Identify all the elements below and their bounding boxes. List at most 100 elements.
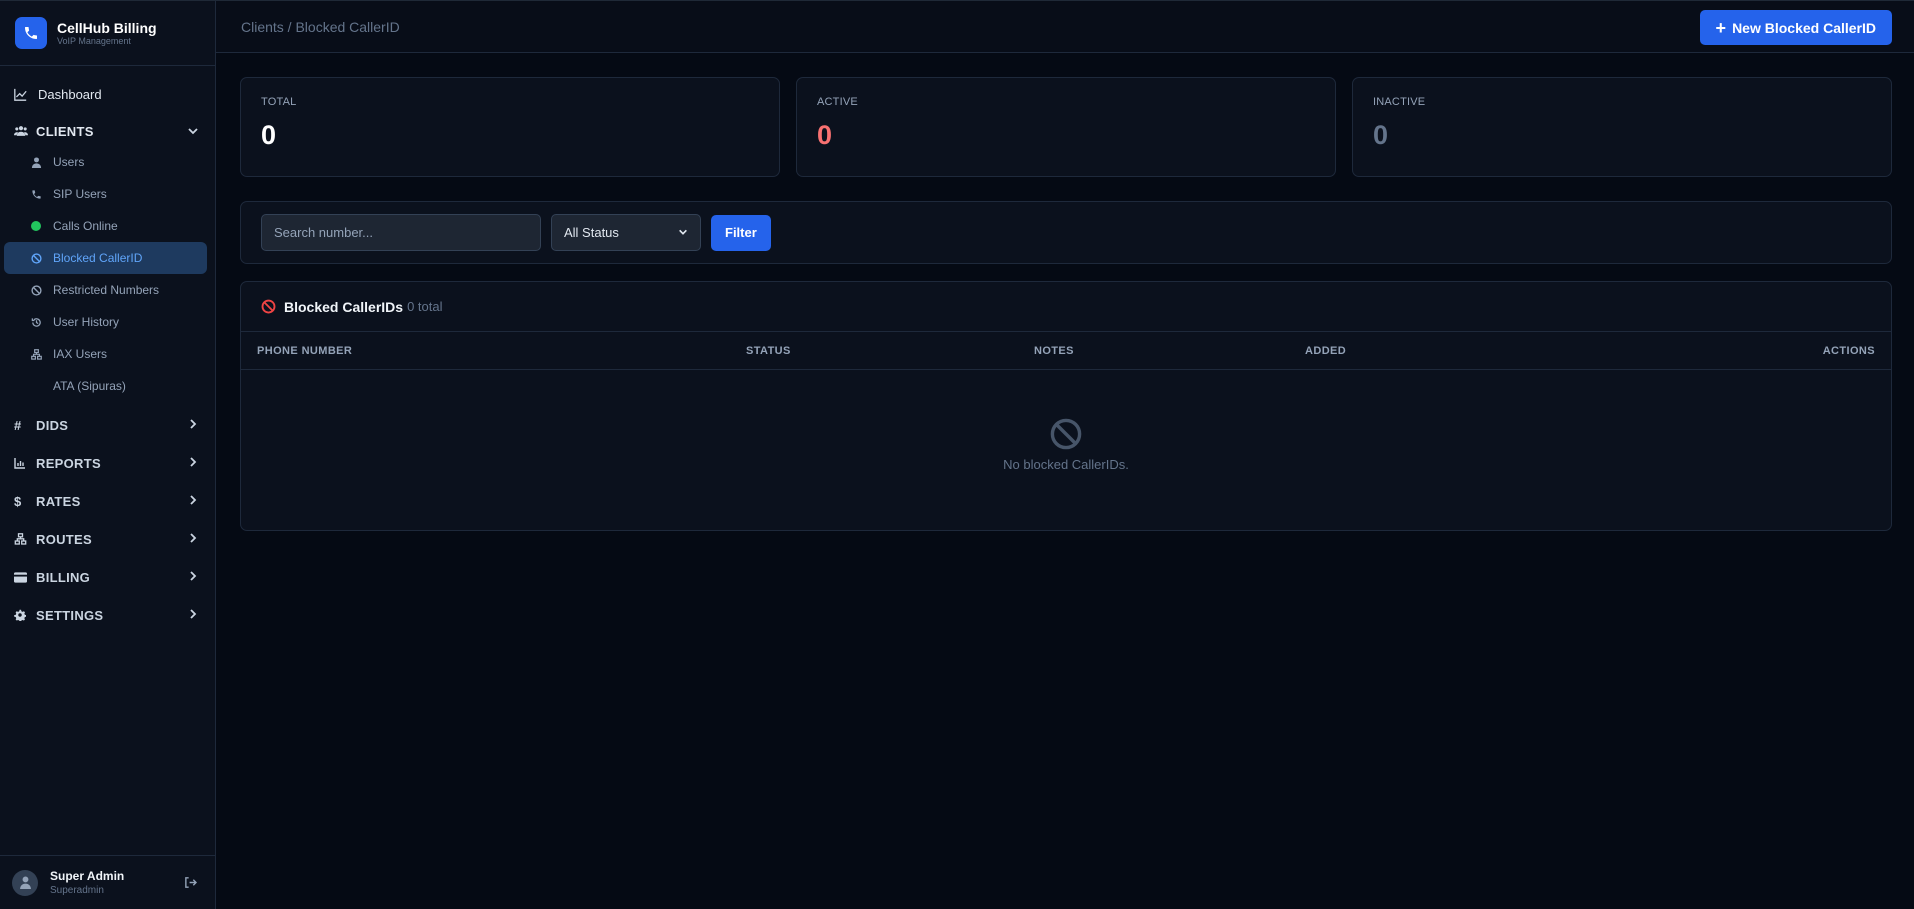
stat-card-active: ACTIVE 0 xyxy=(796,77,1336,177)
sidebar-section-label: CLIENTS xyxy=(36,123,94,139)
chart-icon xyxy=(14,457,30,469)
stat-card-total: TOTAL 0 xyxy=(240,77,780,177)
search-input[interactable] xyxy=(261,214,541,251)
sidebar-item-label: Dashboard xyxy=(38,86,102,102)
network-icon xyxy=(31,348,43,360)
sidebar-section-label: DIDS xyxy=(36,417,69,433)
column-header-added[interactable]: ADDED xyxy=(1305,345,1346,357)
filter-bar: All Status Filter xyxy=(240,201,1892,264)
stat-label: ACTIVE xyxy=(817,96,858,108)
sidebar-section-clients[interactable]: CLIENTS xyxy=(0,116,215,146)
sidebar-section-label: RATES xyxy=(36,493,81,509)
chevron-right-icon xyxy=(187,418,199,430)
sidebar-section-label: ROUTES xyxy=(36,531,92,547)
gear-icon xyxy=(14,609,30,621)
sidebar-item-label: Calls Online xyxy=(53,219,118,233)
empty-state: No blocked CallerIDs. xyxy=(241,417,1891,472)
sidebar-item-user-history[interactable]: User History xyxy=(4,306,207,338)
sidebar-section-billing[interactable]: BILLING xyxy=(0,558,215,596)
table-header: Blocked CallerIDs 0 total xyxy=(241,282,1891,332)
history-icon xyxy=(31,317,43,328)
sidebar-section-reports[interactable]: REPORTS xyxy=(0,444,215,482)
users-group-icon xyxy=(14,125,30,137)
sidebar-item-restricted-numbers[interactable]: Restricted Numbers xyxy=(4,274,207,306)
sidebar-section-label: REPORTS xyxy=(36,455,101,471)
user-name: Super Admin xyxy=(50,868,125,883)
sidebar-item-calls-online[interactable]: Calls Online xyxy=(4,210,207,242)
hash-icon: # xyxy=(14,417,22,433)
stats-row: TOTAL 0 ACTIVE 0 INACTIVE 0 xyxy=(240,77,1892,177)
sidebar-item-blocked-callerid[interactable]: Blocked CallerID xyxy=(4,242,207,274)
sidebar-nav: Dashboard CLIENTS Users SIP Users Calls … xyxy=(0,66,215,634)
column-header-notes[interactable]: NOTES xyxy=(1034,345,1074,357)
stat-value: 0 xyxy=(1373,120,1389,150)
table-title: Blocked CallerIDs xyxy=(284,298,404,315)
sidebar-item-dashboard[interactable]: Dashboard xyxy=(0,78,215,110)
avatar xyxy=(12,869,38,896)
chevron-right-icon xyxy=(187,570,199,582)
chevron-right-icon xyxy=(187,456,199,468)
page-body: TOTAL 0 ACTIVE 0 INACTIVE 0 All Status xyxy=(216,53,1914,531)
topbar: Clients / Blocked CallerID + New Blocked… xyxy=(216,1,1914,53)
chevron-down-icon xyxy=(678,225,688,240)
sidebar-item-label: Blocked CallerID xyxy=(53,251,143,265)
network-icon xyxy=(14,533,30,545)
plus-icon: + xyxy=(1715,17,1727,38)
empty-state-text: No blocked CallerIDs. xyxy=(1003,457,1129,472)
ban-icon xyxy=(31,284,43,296)
stat-card-inactive: INACTIVE 0 xyxy=(1352,77,1892,177)
sidebar-item-label: ATA (Sipuras) xyxy=(53,379,126,393)
sidebar-section-dids[interactable]: # DIDS xyxy=(0,406,215,444)
sidebar-item-ata[interactable]: ATA (Sipuras) xyxy=(4,370,207,402)
status-select[interactable]: All Status xyxy=(551,214,701,251)
sidebar: CellHub Billing VoIP Management Dashboar… xyxy=(0,1,216,909)
sidebar-item-label: Restricted Numbers xyxy=(53,283,160,297)
phone-icon xyxy=(31,189,43,200)
sidebar-section-rates[interactable]: $ RATES xyxy=(0,482,215,520)
sidebar-item-label: Users xyxy=(53,155,85,169)
app-root: CellHub Billing VoIP Management Dashboar… xyxy=(0,0,1914,909)
new-blocked-callerid-button[interactable]: + New Blocked CallerID xyxy=(1699,10,1892,45)
card-icon xyxy=(14,571,30,583)
brand-subtitle: VoIP Management xyxy=(57,35,131,46)
sidebar-item-label: SIP Users xyxy=(53,187,107,201)
user-profile[interactable]: Super Admin Superadmin xyxy=(0,855,215,909)
chevron-right-icon xyxy=(187,494,199,506)
ban-icon xyxy=(241,417,1891,451)
sidebar-section-settings[interactable]: SETTINGS xyxy=(0,596,215,634)
sidebar-item-sip-users[interactable]: SIP Users xyxy=(4,178,207,210)
new-button-label: New Blocked CallerID xyxy=(1732,19,1876,36)
sidebar-section-label: SETTINGS xyxy=(36,607,104,623)
user-icon xyxy=(31,156,43,168)
ban-icon xyxy=(261,299,276,314)
chevron-right-icon xyxy=(187,532,199,544)
column-header-actions: ACTIONS xyxy=(1822,345,1875,357)
column-header-status[interactable]: STATUS xyxy=(746,345,791,357)
column-header-phone-number[interactable]: PHONE NUMBER xyxy=(257,345,352,357)
sidebar-section-label: BILLING xyxy=(36,569,91,585)
filter-button[interactable]: Filter xyxy=(711,214,771,251)
brand[interactable]: CellHub Billing VoIP Management xyxy=(0,1,215,66)
sidebar-item-label: IAX Users xyxy=(53,347,108,361)
sidebar-item-users[interactable]: Users xyxy=(4,146,207,178)
line-chart-icon xyxy=(14,88,28,101)
status-select-value: All Status xyxy=(564,225,619,240)
table-count: 0 total xyxy=(407,299,443,314)
dollar-icon: $ xyxy=(14,493,22,509)
logout-icon[interactable] xyxy=(184,876,197,889)
sidebar-item-label: User History xyxy=(53,315,120,329)
breadcrumb: Clients / Blocked CallerID xyxy=(241,18,400,35)
brand-title: CellHub Billing xyxy=(57,19,157,36)
stat-label: INACTIVE xyxy=(1373,96,1426,108)
sidebar-section-routes[interactable]: ROUTES xyxy=(0,520,215,558)
stat-value: 0 xyxy=(261,120,277,150)
stat-value: 0 xyxy=(817,120,833,150)
chevron-down-icon xyxy=(187,125,199,137)
online-dot-icon xyxy=(31,221,43,231)
clients-submenu: Users SIP Users Calls Online Blocked Cal… xyxy=(0,146,215,406)
phone-logo-icon xyxy=(15,17,47,49)
user-role: Superadmin xyxy=(50,884,104,896)
sidebar-item-iax-users[interactable]: IAX Users xyxy=(4,338,207,370)
blocked-callerids-table: Blocked CallerIDs 0 total PHONE NUMBER S… xyxy=(240,281,1892,531)
ban-icon xyxy=(31,252,43,264)
